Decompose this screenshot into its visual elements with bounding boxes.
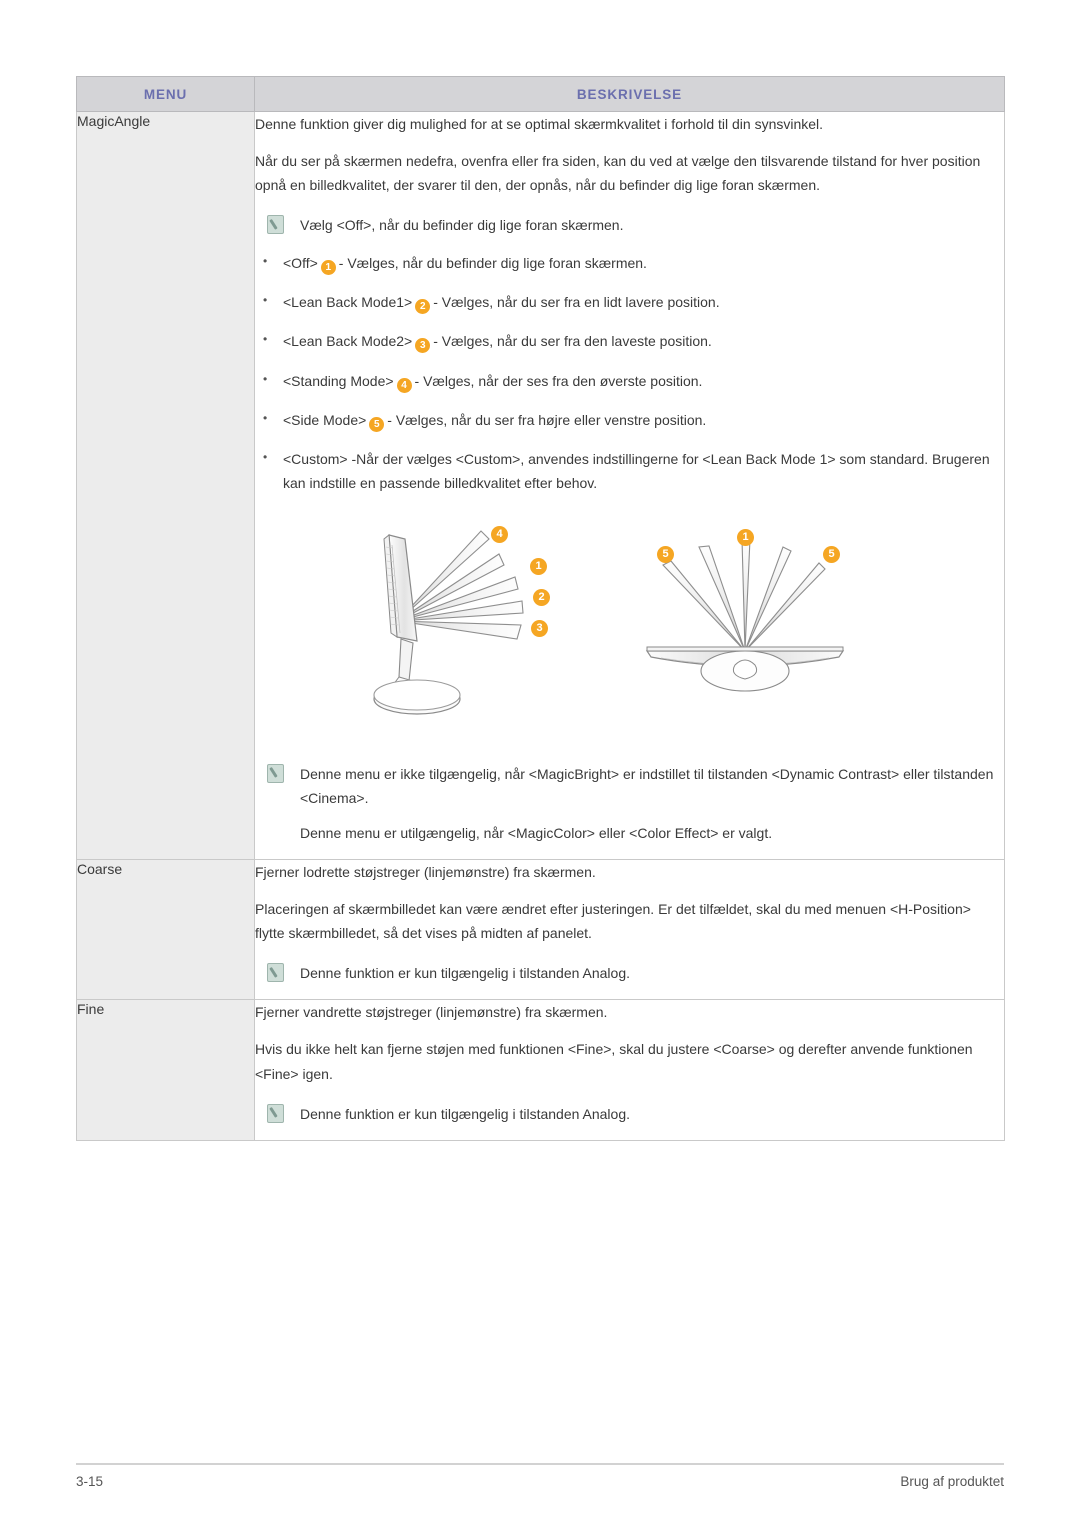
option-description: - Vælges, når du ser fra højre eller ven… (387, 411, 707, 428)
monitor-top-view-icon (645, 538, 845, 692)
table-header-row: MENU BESKRIVELSE (76, 76, 1005, 112)
note-text: Denne menu er ikke tilgængelig, når <Mag… (300, 762, 1004, 845)
option-description: -Når der vælges <Custom>, anvendes indst… (283, 450, 990, 491)
option-label: <Standing Mode> (283, 372, 394, 389)
option-description: - Vælges, når der ses fra den øverste po… (414, 372, 703, 389)
option-description: - Vælges, når du ser fra den laveste pos… (433, 333, 712, 350)
table-row: MagicAngle Denne funktion giver dig muli… (76, 110, 1005, 861)
viewing-angle-figures: 4 1 2 3 5 1 5 (255, 521, 1004, 746)
footer-section-title: Brug af produktet (900, 1474, 1004, 1489)
menu-name-cell: Fine (76, 999, 255, 1141)
note-text: Denne funktion er kun tilgængelig i tils… (300, 1102, 1004, 1126)
option-description: - Vælges, når du befinder dig lige foran… (338, 255, 647, 272)
list-item: <Lean Back Mode2>3- Vælges, når du ser f… (255, 329, 1004, 354)
number-badge: 2 (415, 299, 431, 315)
paragraph: Placeringen af skærmbilledet kan være æn… (255, 901, 971, 942)
column-header-beskrivelse: BESKRIVELSE (254, 76, 1005, 112)
footer-divider (76, 1463, 1004, 1465)
menu-description-table: MENU BESKRIVELSE MagicAngle Denne funkti… (76, 76, 1005, 1141)
description-cell: Fjerner lodrette støjstreger (linjemønst… (254, 859, 1005, 1001)
note-line: Denne menu er utilgængelig, når <MagicCo… (300, 825, 773, 842)
page-number: 3-15 (76, 1474, 104, 1489)
table-row: Coarse Fjerner lodrette støjstreger (lin… (76, 859, 1005, 1001)
note-pencil-icon (267, 1103, 284, 1123)
option-label: <Lean Back Mode1> (283, 294, 413, 311)
note-block: Vælg <Off>, når du befinder dig lige for… (255, 213, 1004, 237)
note-text: Vælg <Off>, når du befinder dig lige for… (300, 213, 1004, 237)
number-badge: 4 (396, 377, 412, 393)
number-badge: 4 (491, 525, 508, 543)
paragraph: Når du ser på skærmen nedefra, ovenfra e… (255, 153, 981, 194)
paragraph: Fjerner lodrette støjstreger (linjemønst… (255, 864, 596, 881)
note-text: Denne funktion er kun tilgængelig i tils… (300, 961, 1004, 985)
option-list: <Off>1- Vælges, når du befinder dig lige… (255, 251, 1004, 495)
note-block: Denne funktion er kun tilgængelig i tils… (255, 961, 1004, 985)
paragraph: Denne funktion giver dig mulighed for at… (255, 116, 824, 132)
menu-name-cell: Coarse (76, 859, 255, 1001)
number-badge: 2 (533, 588, 550, 606)
monitor-side-view-figure: 4 1 2 3 (373, 521, 588, 741)
number-badge: 5 (823, 545, 840, 563)
monitor-side-view-icon (373, 530, 524, 715)
option-label: <Lean Back Mode2> (283, 333, 413, 350)
list-item: <Off>1- Vælges, når du befinder dig lige… (255, 251, 1004, 276)
number-badge: 5 (657, 545, 674, 563)
list-item: <Lean Back Mode1>2- Vælges, når du ser f… (255, 290, 1004, 315)
menu-name-cell: MagicAngle (76, 110, 255, 861)
option-description: - Vælges, når du ser fra en lidt lavere … (433, 294, 720, 311)
note-line: Vælg <Off>, når du befinder dig lige for… (300, 217, 624, 234)
option-label: <Side Mode> (283, 411, 367, 428)
description-cell: Fjerner vandrette støjstreger (linjemøns… (254, 999, 1005, 1141)
number-badge: 1 (737, 528, 754, 546)
number-badge: 1 (530, 557, 547, 575)
option-label: <Off> (283, 255, 318, 272)
monitor-top-view-figure: 5 1 5 (643, 528, 848, 719)
note-block: Denne menu er ikke tilgængelig, når <Mag… (255, 762, 1004, 845)
note-pencil-icon (267, 963, 284, 983)
number-badge: 3 (531, 619, 548, 637)
column-header-menu: MENU (76, 76, 255, 112)
note-pencil-icon (267, 763, 284, 783)
note-line: Denne funktion er kun tilgængelig i tils… (300, 965, 630, 982)
paragraph: Fjerner vandrette støjstreger (linjemøns… (255, 1004, 608, 1021)
number-badge: 1 (320, 260, 336, 276)
number-badge: 3 (415, 338, 431, 354)
table-row: Fine Fjerner vandrette støjstreger (linj… (76, 999, 1005, 1141)
paragraph: Hvis du ikke helt kan fjerne støjen med … (255, 1041, 973, 1082)
list-item: <Side Mode>5- Vælges, når du ser fra høj… (255, 408, 1004, 432)
note-line: Denne menu er ikke tilgængelig, når <Mag… (300, 765, 994, 806)
description-cell: Denne funktion giver dig mulighed for at… (254, 110, 1005, 861)
note-block: Denne funktion er kun tilgængelig i tils… (255, 1102, 1004, 1126)
list-item: <Custom> -Når der vælges <Custom>, anven… (255, 447, 1004, 495)
list-item: <Standing Mode>4- Vælges, når der ses fr… (255, 369, 1004, 393)
number-badge: 5 (369, 416, 385, 432)
note-line: Denne funktion er kun tilgængelig i tils… (300, 1105, 630, 1122)
manual-page: MENU BESKRIVELSE MagicAngle Denne funkti… (0, 0, 1080, 1527)
page-footer: 3-15 Brug af produktet (76, 1474, 1004, 1489)
note-pencil-icon (267, 215, 284, 235)
option-label: <Custom> (283, 450, 348, 467)
